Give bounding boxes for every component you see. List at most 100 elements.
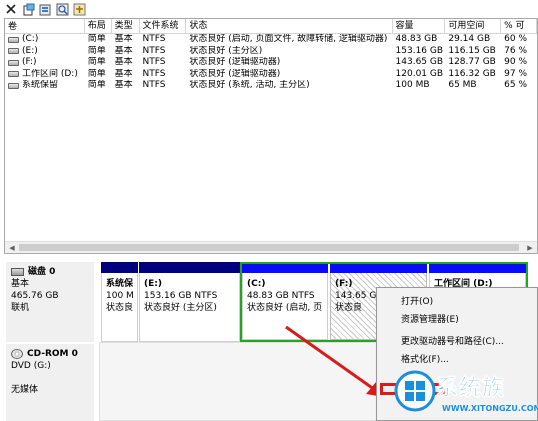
cell-type: 基本 bbox=[114, 68, 133, 79]
partition-bar bbox=[330, 264, 427, 273]
disk-name: 磁盘 0 bbox=[28, 267, 56, 277]
back-arrow-icon[interactable] bbox=[4, 2, 18, 16]
disk-0-label[interactable]: 磁盘 0 基本 465.76 GB 联机 bbox=[6, 262, 94, 342]
cell-free-space: 128.77 GB bbox=[448, 57, 496, 67]
cell-free-space: 116.32 GB bbox=[448, 68, 496, 79]
column-status[interactable]: 状态 bbox=[186, 19, 393, 34]
cell-capacity: 48.83 GB bbox=[395, 34, 438, 44]
partition-status: 状态良好 (主分区) bbox=[144, 303, 217, 313]
cdrom-name: CD-ROM 0 bbox=[27, 349, 78, 359]
column-volume[interactable]: 卷 bbox=[5, 19, 85, 34]
volume-list-header: 卷 布局 类型 文件系统 状态 容量 可用空间 % 可 bbox=[5, 19, 537, 34]
partition-bar bbox=[429, 264, 526, 273]
partition-bar bbox=[101, 262, 138, 273]
cell-capacity: 100 MB bbox=[395, 80, 430, 90]
cell-percent-free: 97 % bbox=[504, 68, 528, 79]
cell-layout: 简单 bbox=[87, 80, 106, 90]
table-row[interactable]: (E:) 简单 基本 NTFS 状态良好 (主分区) 153.16 GB 116… bbox=[5, 46, 537, 58]
properties-icon[interactable] bbox=[21, 2, 35, 16]
cdrom-0-label[interactable]: CD-ROM 0 DVD (G:) 无媒体 bbox=[6, 344, 94, 421]
windows-logo-icon bbox=[394, 370, 436, 412]
horizontal-scrollbar[interactable]: ◀ ▶ bbox=[5, 241, 537, 253]
volume-name: 系统保留 bbox=[22, 80, 59, 90]
column-type[interactable]: 类型 bbox=[112, 19, 140, 34]
partition-system-reserved[interactable]: 系统保 100 M 状态良 bbox=[101, 262, 138, 342]
cell-free-space: 29.14 GB bbox=[448, 34, 491, 44]
partition-bar bbox=[242, 264, 328, 273]
cell-type: 基本 bbox=[114, 57, 133, 67]
volume-name: 工作区间 (D:) bbox=[22, 68, 78, 79]
cell-type: 基本 bbox=[114, 34, 133, 44]
menu-item-explorer[interactable]: 资源管理器(E) bbox=[401, 311, 459, 329]
toolbar bbox=[0, 0, 538, 18]
table-row[interactable]: 工作区间 (D:) 简单 基本 NTFS 状态良好 (逻辑驱动器) 120.01… bbox=[5, 69, 537, 81]
cell-status: 状态良好 (系统, 活动, 主分区) bbox=[189, 80, 310, 90]
volume-list: 卷 布局 类型 文件系统 状态 容量 可用空间 % 可 (C:) 简单 基本 N… bbox=[4, 18, 538, 254]
partition-e[interactable]: (E:) 153.16 GB NTFS 状态良好 (主分区) bbox=[139, 262, 240, 342]
partition-size: 48.83 GB NTFS bbox=[247, 291, 315, 301]
cell-layout: 简单 bbox=[87, 45, 106, 56]
cell-status: 状态良好 (主分区) bbox=[189, 45, 263, 56]
partition-bar bbox=[139, 262, 240, 273]
search-icon[interactable] bbox=[55, 2, 69, 16]
partition-title: (C:) bbox=[247, 279, 266, 289]
table-row[interactable]: (F:) 简单 基本 NTFS 状态良好 (逻辑驱动器) 143.65 GB 1… bbox=[5, 57, 537, 69]
cell-layout: 简单 bbox=[87, 57, 106, 67]
cell-capacity: 120.01 GB bbox=[395, 68, 444, 79]
table-row[interactable]: (C:) 简单 基本 NTFS 状态良好 (启动, 页面文件, 故障转储, 逻辑… bbox=[5, 34, 537, 46]
cell-percent-free: 90 % bbox=[504, 57, 528, 67]
partition-size: 100 M bbox=[106, 291, 134, 301]
cell-filesystem: NTFS bbox=[142, 45, 166, 56]
menu-item-change-drive-letter[interactable]: 更改驱动器号和路径(C)... bbox=[401, 333, 504, 351]
disk-status: 联机 bbox=[11, 303, 30, 313]
watermark-url: WWW.XITONGZU.COM bbox=[442, 404, 538, 413]
cell-percent-free: 76 % bbox=[504, 45, 528, 56]
scroll-left-icon[interactable]: ◀ bbox=[7, 243, 17, 253]
partition-c[interactable]: (C:) 48.83 GB NTFS 状态良好 (启动, 页 bbox=[242, 264, 328, 340]
cell-percent-free: 65 % bbox=[504, 80, 528, 90]
drive-icon bbox=[8, 59, 19, 66]
partition-title: (E:) bbox=[144, 279, 162, 289]
table-row[interactable]: 系统保留 简单 基本 NTFS 状态良好 (系统, 活动, 主分区) 100 M… bbox=[5, 80, 537, 92]
menu-item-open[interactable]: 打开(O) bbox=[401, 293, 433, 311]
cell-filesystem: NTFS bbox=[142, 68, 166, 79]
drive-icon bbox=[8, 71, 19, 78]
drive-icon bbox=[8, 82, 19, 89]
cell-percent-free: 60 % bbox=[504, 34, 528, 44]
column-free-space[interactable]: 可用空间 bbox=[445, 19, 502, 34]
cell-type: 基本 bbox=[114, 80, 133, 90]
cell-filesystem: NTFS bbox=[142, 57, 166, 67]
cell-capacity: 153.16 GB bbox=[395, 45, 444, 56]
column-layout[interactable]: 布局 bbox=[85, 19, 112, 34]
cdrom-drive: DVD (G:) bbox=[11, 361, 51, 371]
cdrom-icon bbox=[11, 348, 23, 359]
cell-capacity: 143.65 GB bbox=[395, 57, 444, 67]
cdrom-status: 无媒体 bbox=[11, 385, 39, 395]
column-capacity[interactable]: 容量 bbox=[393, 19, 446, 34]
volume-name: (C:) bbox=[22, 34, 39, 44]
watermark: 系统族 WWW.XITONGZU.COM bbox=[390, 366, 538, 421]
cell-filesystem: NTFS bbox=[142, 80, 166, 90]
cell-layout: 简单 bbox=[87, 68, 106, 79]
partition-title: 系统保 bbox=[106, 279, 134, 289]
cell-status: 状态良好 (逻辑驱动器) bbox=[189, 68, 281, 79]
disk-icon bbox=[11, 267, 24, 276]
cell-type: 基本 bbox=[114, 45, 133, 56]
cell-free-space: 65 MB bbox=[448, 80, 477, 90]
volume-name: (F:) bbox=[22, 57, 37, 67]
scrollbar-thumb[interactable] bbox=[19, 244, 519, 251]
scroll-right-icon[interactable]: ▶ bbox=[525, 243, 535, 253]
column-filesystem[interactable]: 文件系统 bbox=[140, 19, 187, 34]
settings-icon[interactable] bbox=[72, 2, 86, 16]
partition-status: 状态良好 (启动, 页 bbox=[247, 303, 323, 313]
drive-icon bbox=[8, 36, 19, 43]
column-percent-free[interactable]: % 可 bbox=[501, 19, 537, 34]
disk-type: 基本 bbox=[11, 279, 30, 289]
volume-name: (E:) bbox=[22, 45, 38, 56]
cell-filesystem: NTFS bbox=[142, 34, 166, 44]
cell-free-space: 116.15 GB bbox=[448, 45, 496, 56]
cell-status: 状态良好 (启动, 页面文件, 故障转储, 逻辑驱动器) bbox=[189, 34, 388, 44]
watermark-name: 系统族 bbox=[436, 376, 506, 402]
help-icon[interactable] bbox=[38, 2, 52, 16]
cell-layout: 简单 bbox=[87, 34, 106, 44]
